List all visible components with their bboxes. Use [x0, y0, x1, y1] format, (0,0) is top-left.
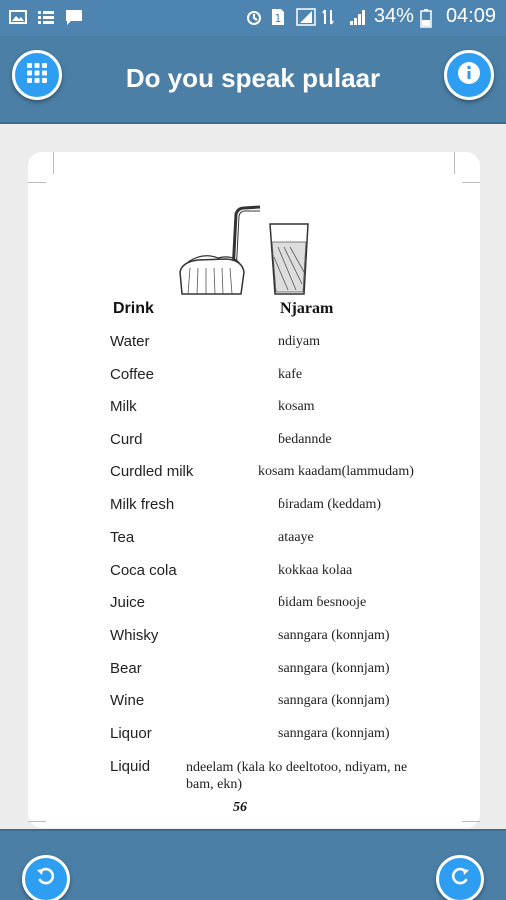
word-pulaar: sanngara (konnjam)	[278, 661, 390, 676]
system-status: 1 34% 04:09	[244, 5, 496, 28]
message-icon	[64, 8, 84, 26]
word-english: Milk	[110, 398, 137, 415]
list-item: Liquor sanngara (konnjam)	[28, 725, 480, 755]
bottom-bar	[0, 829, 506, 900]
svg-text:1: 1	[274, 12, 281, 25]
word-pulaar: kokkaa kolaa	[278, 563, 353, 578]
word-pulaar: kosam kaadam(lammudam)	[258, 464, 414, 479]
word-pulaar: kafe	[278, 367, 303, 382]
drinks-illustration-icon	[178, 202, 318, 297]
page-number: 56	[233, 800, 247, 815]
info-icon	[457, 61, 481, 89]
image-icon	[8, 8, 28, 26]
list-item: Milk kosam	[28, 398, 480, 428]
redo-arrow-icon	[449, 866, 471, 892]
sim-1-icon: 1	[270, 8, 290, 26]
word-pulaar: kosam	[278, 399, 315, 414]
word-pulaar: ɓedannde	[278, 432, 332, 447]
word-english: Whisky	[110, 627, 159, 644]
crop-mark	[28, 821, 46, 822]
crop-mark	[462, 182, 480, 183]
word-english: Wine	[110, 692, 145, 709]
list-item: Tea ataaye	[28, 529, 480, 559]
word-english: Coffee	[110, 366, 154, 383]
data-arrows-icon	[322, 8, 342, 26]
signal-icon	[348, 8, 368, 26]
word-pulaar: ɓiradam (keddam)	[278, 497, 382, 512]
list-item: Coca cola kokkaa kolaa	[28, 562, 480, 592]
undo-arrow-icon	[35, 866, 57, 892]
sim-signal-icon	[296, 7, 316, 26]
clock: 04:09	[445, 5, 496, 27]
battery-icon	[420, 8, 440, 28]
list-item: Curdled milk kosam kaadam(lammudam)	[28, 463, 480, 493]
list-item: Bear sanngara (konnjam)	[28, 660, 480, 690]
crop-mark	[28, 182, 46, 183]
list-item: Coffee kafe	[28, 366, 480, 396]
list-item: Liquid ndeelam (kala ko deeltotoo, ndiya…	[28, 758, 480, 798]
list-item: Juice ɓidam ɓesnooje	[28, 594, 480, 624]
word-english: Curd	[110, 431, 143, 448]
word-pulaar: sanngara (konnjam)	[278, 726, 390, 741]
crop-mark	[53, 152, 54, 174]
word-english: Liquor	[110, 725, 152, 742]
list-item: Wine sanngara (konnjam)	[28, 692, 480, 722]
word-english: Water	[110, 333, 150, 350]
info-button[interactable]	[444, 50, 494, 100]
crop-mark	[462, 821, 480, 822]
word-english: Liquid	[110, 758, 151, 775]
word-pulaar: ɓidam ɓesnooje	[278, 595, 367, 610]
list-item: Water ndiyam	[28, 333, 480, 363]
word-english: Coca cola	[110, 562, 177, 579]
header-pulaar: Njaram	[280, 300, 334, 317]
word-english: Milk fresh	[110, 496, 175, 513]
word-english: Juice	[110, 594, 146, 611]
word-english: Curdled milk	[110, 463, 194, 480]
list-item: Whisky sanngara (konnjam)	[28, 627, 480, 657]
notification-icons	[8, 8, 84, 26]
battery-percent: 34%	[373, 5, 414, 27]
word-pulaar: ataaye	[278, 530, 314, 545]
crop-mark	[454, 152, 455, 174]
word-pulaar: sanngara (konnjam)	[278, 628, 390, 643]
word-english: Tea	[110, 529, 135, 546]
header-english: Drink	[113, 300, 154, 317]
alarm-icon	[244, 8, 264, 26]
previous-page-button[interactable]	[22, 855, 70, 900]
app-bar: Do you speak pulaar	[0, 36, 506, 124]
word-english: Bear	[110, 660, 142, 677]
word-pulaar: ndeelam (kala ko deeltotoo, ndiyam, ne b…	[186, 760, 408, 792]
list-icon	[36, 8, 56, 26]
list-item: Milk fresh ɓiradam (keddam)	[28, 496, 480, 526]
book-page: Drink Njaram Water ndiyam Coffee kafe Mi…	[28, 152, 480, 828]
status-bar: 1 34% 04:09	[0, 0, 506, 36]
list-item: Curd ɓedannde	[28, 431, 480, 461]
word-pulaar: sanngara (konnjam)	[278, 693, 390, 708]
next-page-button[interactable]	[436, 855, 484, 900]
page-title: Do you speak pulaar	[125, 63, 381, 93]
word-pulaar: ndiyam	[278, 334, 320, 349]
